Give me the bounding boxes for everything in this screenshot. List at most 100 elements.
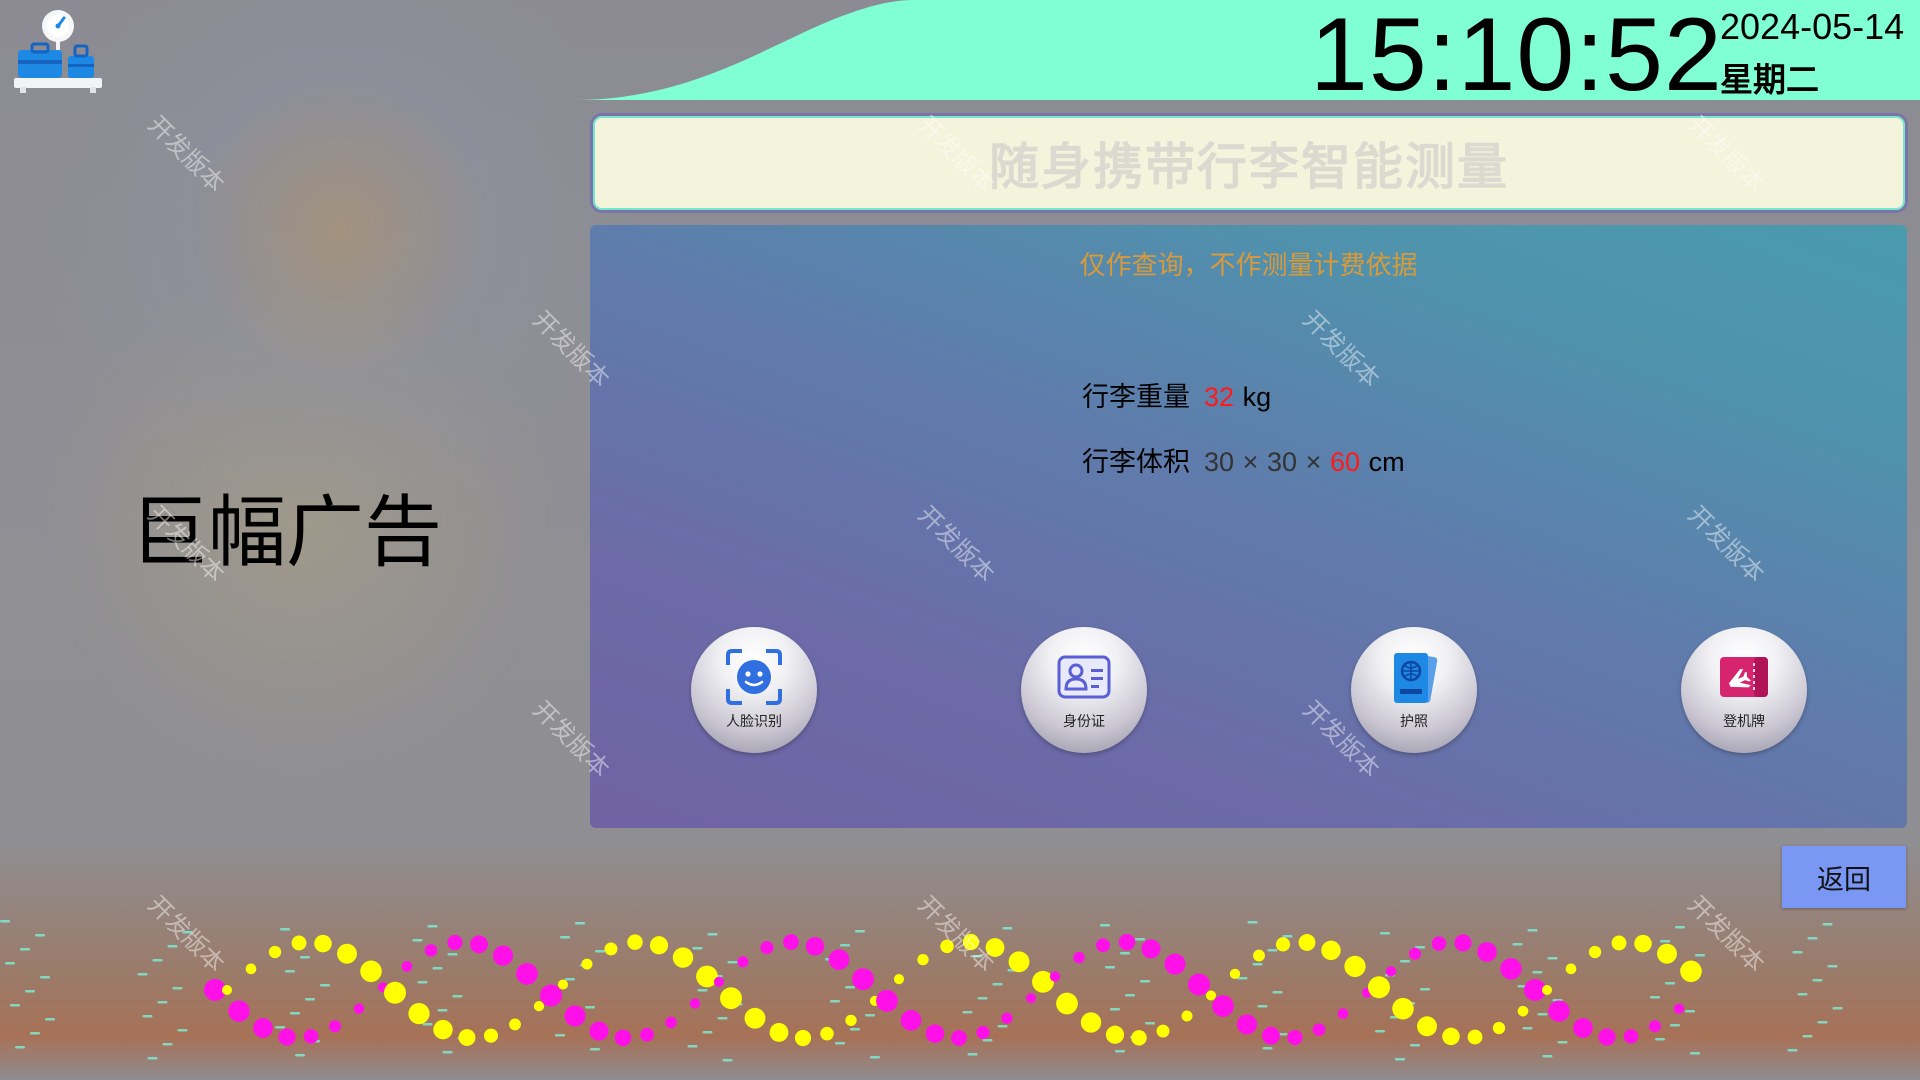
helix-dot-yellow	[1321, 940, 1341, 961]
sparkle-dash	[1105, 966, 1115, 969]
helix-dot-magenta	[951, 1030, 967, 1046]
sparkle-dash	[1827, 965, 1838, 968]
sparkle-dash	[830, 1000, 840, 1003]
sparkle-dash	[437, 1009, 448, 1012]
sparkle-dash	[1145, 1022, 1155, 1025]
helix-dot-yellow	[845, 1014, 857, 1027]
helix-dot-magenta	[353, 1003, 365, 1014]
helix-dot-magenta	[1673, 1003, 1685, 1014]
disclaimer-text: 仅作查询，不作测量计费依据	[1079, 251, 1418, 281]
helix-dot-yellow	[744, 1007, 766, 1029]
helix-dot-yellow	[1680, 960, 1702, 983]
sparkle-dash	[1527, 929, 1538, 932]
sparkle-dash	[295, 1054, 305, 1057]
sparkle-dash	[1272, 991, 1283, 994]
sparkle-dash	[1120, 952, 1130, 955]
sparkle-dash	[585, 1006, 595, 1009]
sparkle-dash	[10, 1004, 20, 1007]
sparkle-dash	[727, 961, 738, 964]
sparkle-dash	[177, 1029, 188, 1032]
helix-dot-magenta	[1573, 1018, 1593, 1038]
sparkle-dash	[275, 1026, 285, 1029]
sparkle-dash	[702, 1031, 713, 1034]
back-button[interactable]: 返回	[1782, 846, 1906, 908]
sparkle-dash	[1140, 980, 1150, 983]
helix-dot-yellow	[1275, 937, 1291, 952]
sparkle-dash	[560, 936, 570, 939]
face-recognition-button[interactable]: 人脸识别	[691, 627, 817, 753]
helix-dot-magenta	[900, 1010, 922, 1031]
helix-dot-magenta	[1408, 947, 1422, 960]
sparkle-dash	[182, 931, 193, 934]
sparkle-dash	[147, 1057, 158, 1060]
sparkle-dash	[0, 920, 10, 923]
sparkle-dash	[152, 959, 163, 962]
helix-dot-yellow	[291, 935, 307, 951]
sparkle-dash	[1695, 954, 1705, 957]
sparkle-dash	[1400, 960, 1410, 963]
helix-dot-magenta	[1287, 1029, 1303, 1046]
helix-dot-magenta	[876, 989, 898, 1012]
helix-dot-magenta	[828, 949, 850, 970]
helix-dot-yellow	[1417, 1016, 1437, 1037]
sparkle-dash	[972, 955, 983, 958]
sparkle-dash	[1650, 996, 1660, 999]
sparkle-dash	[157, 1001, 168, 1004]
sparkle-dash	[1797, 993, 1808, 996]
sparkle-dash	[865, 1014, 875, 1017]
helix-dot-yellow	[1467, 1029, 1483, 1045]
sparkle-dash	[692, 947, 703, 950]
boarding-pass-label: 登机牌	[1723, 714, 1765, 730]
sparkle-dash	[1110, 1008, 1120, 1011]
sparkle-dash	[590, 1048, 600, 1051]
boarding-pass-button[interactable]: 登机牌	[1681, 627, 1807, 753]
helix-dot-yellow	[408, 1002, 430, 1025]
sparkle-dash	[142, 1015, 153, 1018]
sparkle-dash	[1670, 1024, 1680, 1027]
sparkle-dash	[1557, 1041, 1568, 1044]
passport-button[interactable]: 护照	[1351, 627, 1477, 753]
sparkle-dash	[1675, 926, 1685, 929]
sparkle-dash	[300, 956, 310, 959]
helix-dot-yellow	[1442, 1027, 1460, 1046]
helix-dot-yellow	[769, 1023, 789, 1042]
sparkle-dash	[1832, 1007, 1843, 1010]
helix-dot-magenta	[1118, 933, 1136, 951]
sparkle-dash	[40, 976, 50, 979]
helix-dot-yellow	[1181, 1010, 1193, 1022]
weight-unit: kg	[1242, 382, 1272, 412]
helix-dot-yellow	[1105, 1025, 1125, 1044]
clock-weekday: 星期二	[1720, 60, 1819, 99]
id-card-button[interactable]: 身份证	[1021, 627, 1147, 753]
helix-dot-magenta	[1049, 971, 1061, 982]
passport-icon	[1394, 653, 1438, 703]
sparkle-dash	[1685, 1010, 1695, 1013]
helix-dot-yellow	[458, 1029, 476, 1046]
helix-dot-yellow	[1492, 1021, 1506, 1035]
sparkle-dash	[280, 928, 290, 931]
id-card-label: 身份证	[1063, 714, 1105, 730]
helix-dot-magenta	[228, 1000, 250, 1022]
helix-dot-magenta	[737, 956, 749, 968]
sparkle-dash	[1115, 1050, 1125, 1053]
sparkle-dash	[1547, 957, 1558, 960]
helix-dot-yellow	[940, 939, 954, 954]
sparkle-dash	[422, 1023, 433, 1026]
helix-dot-magenta	[492, 945, 514, 966]
helix-dot-yellow	[1517, 1005, 1529, 1017]
volume-height: 60	[1330, 447, 1361, 477]
helix-dot-yellow	[672, 947, 694, 968]
sparkle-dash	[30, 1032, 40, 1035]
id-card-icon	[1057, 655, 1111, 699]
helix-dot-magenta	[278, 1028, 296, 1046]
sparkle-dash	[305, 998, 315, 1001]
sparkle-dash	[20, 948, 30, 951]
sparkle-dash	[285, 970, 295, 973]
sparkle-dash	[977, 997, 988, 1000]
passport-label: 护照	[1400, 714, 1428, 730]
sparkle-dash	[5, 962, 15, 965]
helix-dot-magenta	[760, 940, 774, 955]
helix-dot-yellow	[222, 985, 232, 995]
sparkle-dash	[855, 930, 865, 933]
sparkle-dash	[1247, 921, 1258, 924]
